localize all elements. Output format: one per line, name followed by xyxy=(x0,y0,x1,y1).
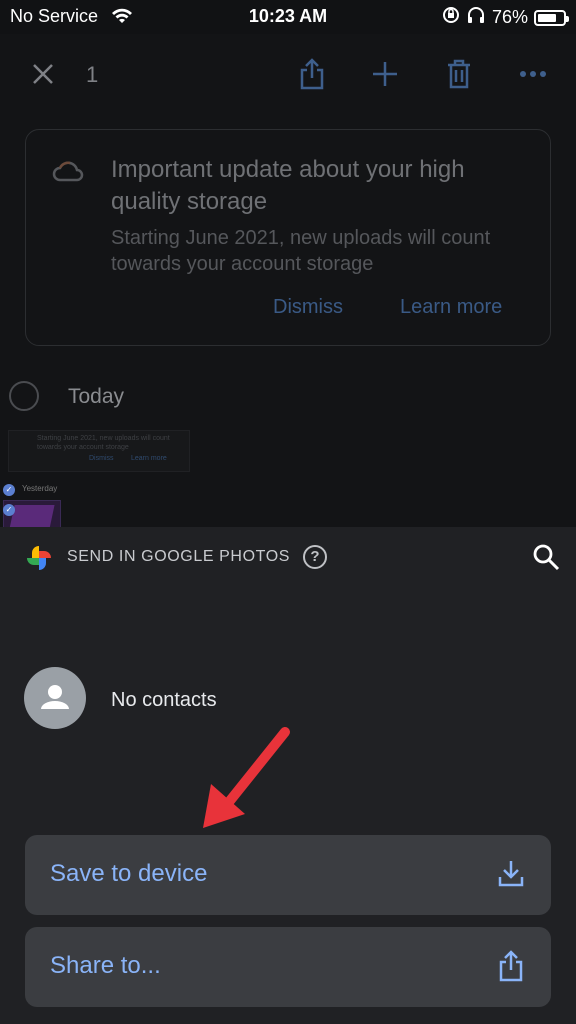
status-bar: No Service 10:23 AM 76% xyxy=(0,0,576,34)
headphones-icon xyxy=(466,6,486,29)
sheet-header: SEND IN GOOGLE PHOTOS ? xyxy=(0,541,576,575)
google-photos-logo xyxy=(25,544,53,577)
checked-icon[interactable]: ✓ xyxy=(3,484,15,496)
today-section-header: Today xyxy=(0,375,576,419)
select-today-checkbox[interactable] xyxy=(9,381,39,411)
share-to-label: Share to... xyxy=(50,952,161,979)
sheet-title: SEND IN GOOGLE PHOTOS xyxy=(67,548,291,565)
today-label: Today xyxy=(68,385,125,408)
close-icon[interactable] xyxy=(25,56,61,92)
avatar-icon xyxy=(24,667,86,729)
thumbnail-dismiss: Dismiss xyxy=(89,455,114,462)
share-icon[interactable] xyxy=(294,56,330,92)
save-to-device-label: Save to device xyxy=(50,860,208,887)
help-icon[interactable]: ? xyxy=(303,545,327,569)
trash-icon[interactable] xyxy=(441,56,477,92)
annotation-arrow xyxy=(195,722,295,839)
dismiss-button[interactable]: Dismiss xyxy=(273,296,343,319)
no-contacts-label: No contacts xyxy=(111,689,217,711)
selected-count: 1 xyxy=(86,62,99,87)
screenshot-thumbnail[interactable]: Starting June 2021, new uploads will cou… xyxy=(8,430,190,472)
more-icon[interactable] xyxy=(515,56,551,92)
card-subtitle: Starting June 2021, new uploads will cou… xyxy=(111,227,491,275)
card-title: Important update about your high quality… xyxy=(111,156,465,215)
storage-update-card: Important update about your high quality… xyxy=(25,129,551,346)
thumbnail-text: Starting June 2021, new uploads will cou… xyxy=(37,435,170,451)
rotation-lock-icon xyxy=(442,6,460,29)
cloud-icon xyxy=(52,160,84,189)
thumbnail-learn-more: Learn more xyxy=(131,455,167,462)
add-icon[interactable] xyxy=(367,56,403,92)
save-to-device-button[interactable]: Save to device xyxy=(25,835,551,915)
share-icon xyxy=(497,949,525,988)
selection-toolbar: 1 xyxy=(0,40,576,110)
battery-percent: 76% xyxy=(491,7,528,27)
learn-more-button[interactable]: Learn more xyxy=(400,296,502,319)
battery-icon xyxy=(534,9,569,26)
checked-icon[interactable]: ✓ xyxy=(3,504,15,516)
yesterday-label: Yesterday xyxy=(22,484,58,493)
share-to-button[interactable]: Share to... xyxy=(25,927,551,1007)
search-icon[interactable] xyxy=(532,543,560,576)
download-icon xyxy=(497,857,525,894)
